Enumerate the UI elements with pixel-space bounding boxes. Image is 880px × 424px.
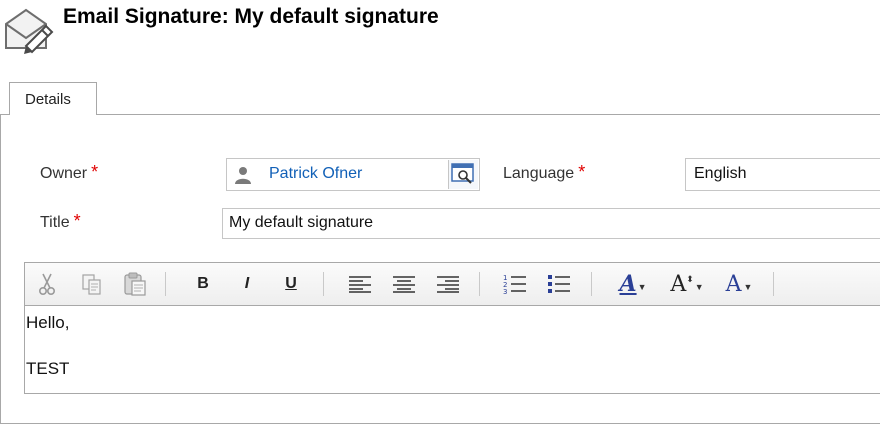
align-left-button[interactable] xyxy=(345,270,375,298)
title-input[interactable]: My default signature xyxy=(222,208,880,239)
language-label-text: Language xyxy=(503,165,575,182)
chevron-down-icon: ▼ xyxy=(694,282,704,292)
chevron-down-icon: ▼ xyxy=(637,282,647,292)
font-button[interactable]: A ▼ xyxy=(613,270,653,298)
title-value: My default signature xyxy=(229,214,374,231)
italic-label: I xyxy=(244,275,250,292)
owner-lookup-button[interactable] xyxy=(448,160,478,189)
signature-body[interactable]: Hello, TEST xyxy=(25,309,880,393)
numbered-list-button[interactable]: 1 2 3 xyxy=(500,270,530,298)
align-center-button[interactable] xyxy=(389,270,419,298)
owner-link[interactable]: Patrick Ofner xyxy=(269,165,362,183)
title-required-mark: * xyxy=(73,211,81,231)
svg-text:3: 3 xyxy=(503,288,507,295)
font-color-button[interactable]: A ▼ xyxy=(719,270,759,298)
chevron-down-icon: ▼ xyxy=(743,282,753,292)
page-header: Email Signature: My default signature xyxy=(0,0,880,60)
copy-button[interactable] xyxy=(78,270,106,298)
owner-label: Owner * xyxy=(40,162,99,186)
envelope-pencil-icon xyxy=(5,8,54,54)
align-right-icon xyxy=(437,276,459,293)
paste-button[interactable] xyxy=(120,270,150,298)
paste-icon xyxy=(124,272,146,296)
language-label: Language * xyxy=(503,162,586,186)
font-color-label: A xyxy=(725,271,742,297)
size-arrows-icon: ⬍ xyxy=(686,273,694,284)
bold-label: B xyxy=(197,275,209,292)
user-icon xyxy=(235,167,251,184)
tab-details[interactable]: Details xyxy=(9,82,97,115)
toolbar-separator xyxy=(479,272,480,296)
align-center-icon xyxy=(393,276,415,293)
numbered-list-icon: 1 2 3 xyxy=(503,274,526,295)
underline-button[interactable]: U xyxy=(277,270,305,298)
font-size-label: A xyxy=(670,271,687,297)
language-required-mark: * xyxy=(578,162,586,182)
toolbar-separator xyxy=(323,272,324,296)
cut-button[interactable] xyxy=(33,270,61,298)
font-size-button[interactable]: A ⬍ ▼ xyxy=(665,270,709,298)
align-right-button[interactable] xyxy=(433,270,463,298)
lookup-icon xyxy=(451,163,474,184)
owner-required-mark: * xyxy=(91,162,99,182)
tab-details-label: Details xyxy=(25,91,71,108)
page-title: Email Signature: My default signature xyxy=(63,5,439,28)
body-line: Hello, xyxy=(26,313,70,332)
align-left-icon xyxy=(349,276,371,293)
bulleted-list-button[interactable] xyxy=(544,270,574,298)
owner-lookup-field[interactable]: Patrick Ofner xyxy=(226,158,480,191)
cut-icon xyxy=(38,273,56,296)
toolbar-separator xyxy=(165,272,166,296)
bulleted-list-icon xyxy=(548,275,570,293)
italic-button[interactable]: I xyxy=(233,270,261,298)
copy-icon xyxy=(82,274,101,295)
underline-label: U xyxy=(285,275,297,292)
body-line: TEST xyxy=(26,359,70,378)
language-select[interactable]: English xyxy=(685,158,880,191)
title-label: Title * xyxy=(40,211,81,235)
language-value: English xyxy=(694,165,747,182)
bold-button[interactable]: B xyxy=(189,270,217,298)
signature-editor[interactable]: B I U 1 2 3 A ▼ A ⬍ ▼ A ▼ Hello, TEST xyxy=(24,262,880,394)
editor-toolbar: B I U 1 2 3 A ▼ A ⬍ ▼ A ▼ xyxy=(25,263,880,306)
title-label-text: Title xyxy=(40,214,70,231)
toolbar-separator xyxy=(773,272,774,296)
toolbar-separator xyxy=(591,272,592,296)
owner-label-text: Owner xyxy=(40,165,88,182)
font-label: A xyxy=(619,271,637,297)
